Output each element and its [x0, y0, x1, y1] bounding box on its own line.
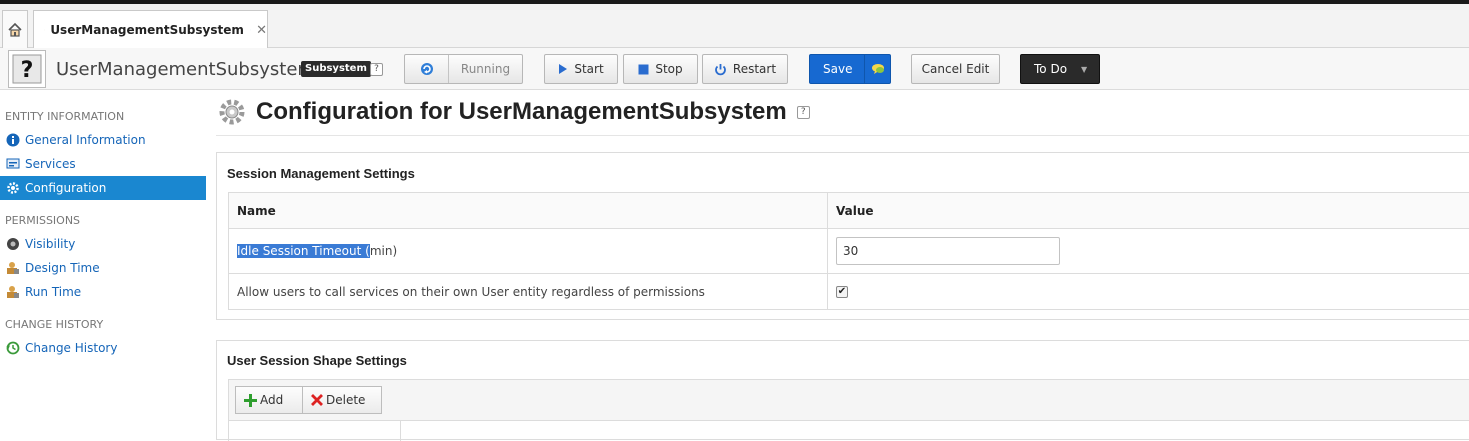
- cancel-edit-button[interactable]: Cancel Edit: [911, 54, 1000, 84]
- unknown-entity-icon: ?: [11, 53, 43, 85]
- save-comment-toggle[interactable]: [864, 55, 890, 83]
- title-divider: [216, 135, 1469, 136]
- gear-icon: [6, 181, 20, 195]
- refresh-icon: [419, 61, 435, 77]
- user-lock-icon: [6, 261, 20, 275]
- user-session-shape-panel: User Session Shape Settings Add Delete: [216, 340, 1469, 440]
- sidebar-item-label: Design Time: [25, 261, 100, 275]
- sidebar-item-services[interactable]: Services: [0, 152, 206, 176]
- setting-name-cell: Idle Session Timeout (min): [229, 229, 828, 274]
- panel-title: User Session Shape Settings: [227, 353, 407, 368]
- table-row: Allow users to call services on their ow…: [229, 274, 1469, 310]
- sidebar-item-label: Visibility: [25, 237, 75, 251]
- delete-label: Delete: [326, 393, 365, 407]
- running-status: Running: [449, 55, 522, 83]
- tab-bar: UserManagementSubsystem ✕: [0, 0, 1469, 48]
- column-header-name: Name: [229, 193, 828, 229]
- start-label: Start: [574, 62, 603, 76]
- power-icon: [714, 63, 727, 76]
- sidebar: ENTITY INFORMATION General Information S…: [0, 96, 206, 360]
- page-title-row: Configuration for UserManagementSubsyste…: [218, 98, 810, 126]
- stop-button[interactable]: Stop: [623, 54, 698, 84]
- stop-icon: [638, 64, 649, 75]
- page-title: Configuration for UserManagementSubsyste…: [256, 98, 787, 126]
- home-tab[interactable]: [2, 10, 28, 48]
- table-row: Idle Session Timeout (min) 30: [229, 229, 1469, 274]
- info-icon: [6, 133, 20, 147]
- sidebar-heading-change-history: CHANGE HISTORY: [0, 314, 206, 336]
- column-header-value: Value: [828, 193, 1469, 229]
- sidebar-item-change-history[interactable]: Change History: [0, 336, 206, 360]
- entity-type-badge: Subsystem: [301, 61, 371, 77]
- chevron-down-icon: ▼: [1081, 65, 1087, 74]
- sidebar-item-label: Run Time: [25, 285, 81, 299]
- allow-user-services-checkbox[interactable]: ✔: [836, 286, 848, 298]
- status-group: Running: [404, 54, 523, 84]
- add-button[interactable]: Add: [235, 386, 303, 414]
- sidebar-item-run-time[interactable]: Run Time: [0, 280, 206, 304]
- comment-icon: [871, 63, 885, 75]
- sidebar-heading-permissions: PERMISSIONS: [0, 210, 206, 232]
- tab-usermanagementsubsystem[interactable]: UserManagementSubsystem ✕: [33, 10, 268, 49]
- svg-text:?: ?: [21, 58, 34, 83]
- eye-icon: [6, 237, 20, 251]
- panel-title: Session Management Settings: [227, 166, 415, 181]
- todo-button[interactable]: To Do ▼: [1020, 54, 1100, 84]
- help-icon[interactable]: ?: [797, 106, 810, 119]
- shape-grid-area: [228, 421, 1469, 441]
- help-icon[interactable]: ?: [370, 63, 383, 76]
- save-label: Save: [823, 62, 864, 76]
- tab-label: UserManagementSubsystem: [50, 23, 244, 37]
- gear-icon: [218, 98, 246, 126]
- start-button[interactable]: Start: [544, 54, 618, 84]
- entity-toolbar: ? UserManagementSubsystem Subsystem ? Ru…: [0, 48, 1469, 90]
- history-icon: [6, 341, 20, 355]
- shape-toolbar: Add Delete: [228, 379, 1469, 421]
- session-management-panel: Session Management Settings Name Value I…: [216, 152, 1469, 320]
- entity-thumbnail: ?: [8, 50, 46, 88]
- setting-value-cell: ✔: [828, 274, 1469, 310]
- plus-icon: [244, 394, 257, 407]
- save-button[interactable]: Save: [809, 54, 891, 84]
- setting-name-cell: Allow users to call services on their ow…: [229, 274, 828, 310]
- sidebar-item-configuration[interactable]: Configuration: [0, 176, 206, 200]
- sidebar-item-general-information[interactable]: General Information: [0, 128, 206, 152]
- restart-label: Restart: [733, 62, 776, 76]
- table-header-row: Name Value: [229, 193, 1469, 229]
- entity-name: UserManagementSubsystem: [56, 59, 315, 80]
- user-lock-icon: [6, 285, 20, 299]
- cancel-edit-label: Cancel Edit: [922, 62, 990, 76]
- session-settings-table: Name Value Idle Session Timeout (min) 30…: [228, 192, 1469, 310]
- delete-x-icon: [311, 394, 323, 406]
- sidebar-item-label: General Information: [25, 133, 146, 147]
- grid-column-divider: [400, 421, 401, 441]
- services-icon: [6, 157, 20, 171]
- selected-text: Idle Session Timeout (: [237, 244, 370, 258]
- sidebar-item-label: Configuration: [25, 181, 106, 195]
- sidebar-heading-entity-information: ENTITY INFORMATION: [0, 106, 206, 128]
- todo-label: To Do: [1034, 62, 1067, 76]
- delete-button[interactable]: Delete: [302, 386, 382, 414]
- close-tab-icon[interactable]: ✕: [256, 23, 267, 38]
- sidebar-item-label: Change History: [25, 341, 117, 355]
- idle-session-timeout-input[interactable]: 30: [836, 237, 1060, 265]
- setting-value-cell: 30: [828, 229, 1469, 274]
- home-icon: [7, 22, 23, 38]
- setting-name-rest: min): [370, 244, 397, 258]
- play-icon: [558, 63, 568, 75]
- stop-label: Stop: [655, 62, 682, 76]
- sidebar-item-design-time[interactable]: Design Time: [0, 256, 206, 280]
- sidebar-item-visibility[interactable]: Visibility: [0, 232, 206, 256]
- add-label: Add: [260, 393, 283, 407]
- sidebar-item-label: Services: [25, 157, 76, 171]
- refresh-status-button[interactable]: [405, 55, 449, 83]
- restart-button[interactable]: Restart: [702, 54, 788, 84]
